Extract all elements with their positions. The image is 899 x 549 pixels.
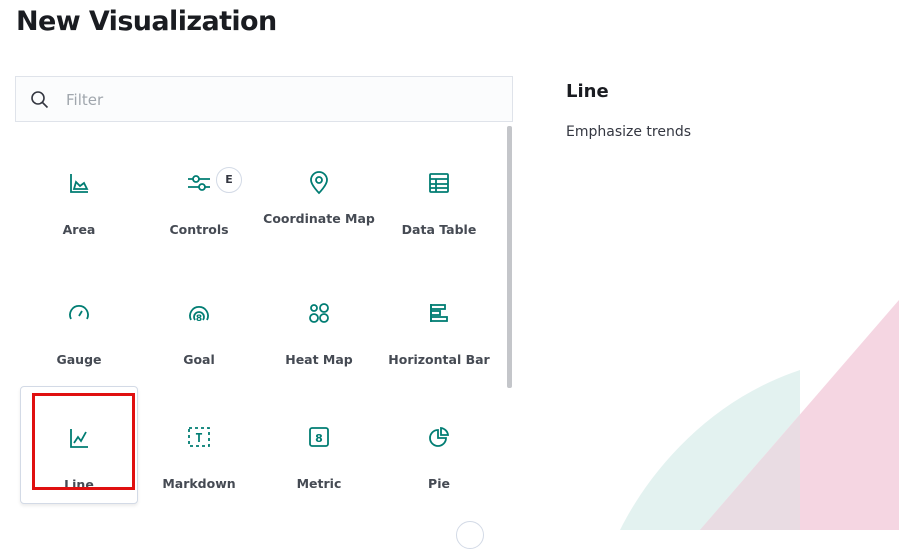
type-card-controls[interactable]: Controls — [140, 132, 258, 250]
type-card-label: Horizontal Bar — [388, 352, 490, 367]
goal-icon: 8 — [140, 300, 258, 326]
type-card-label: Pie — [428, 476, 450, 491]
type-card-metric[interactable]: 8 Metric — [260, 386, 378, 504]
svg-text:8: 8 — [315, 432, 323, 445]
type-card-data-table[interactable]: Data Table — [380, 132, 498, 250]
map-pin-icon — [260, 170, 378, 196]
pie-chart-icon — [380, 424, 498, 450]
detail-title: Line — [566, 81, 609, 102]
type-card-label: Metric — [296, 476, 342, 491]
search-icon — [31, 91, 49, 109]
decorative-background — [620, 300, 899, 530]
detail-description: Emphasize trends — [566, 124, 692, 140]
type-card-goal[interactable]: 8 Goal — [140, 262, 258, 380]
type-card-label: Gauge — [56, 352, 102, 367]
type-card-label: Goal — [183, 352, 215, 367]
data-table-icon — [380, 170, 498, 196]
type-card-label: Area — [62, 222, 96, 237]
gauge-icon — [20, 300, 138, 326]
type-card-heat-map[interactable]: Heat Map — [260, 262, 378, 380]
type-card-area[interactable]: Area — [20, 132, 138, 250]
type-card-label: Markdown — [162, 476, 236, 491]
metric-icon: 8 — [260, 424, 378, 450]
type-card-label: Controls — [169, 222, 229, 237]
svg-text:T: T — [195, 431, 202, 445]
type-card-gauge[interactable]: Gauge — [20, 262, 138, 380]
area-chart-icon — [20, 170, 138, 196]
type-card-label: Coordinate Map — [263, 211, 375, 226]
markdown-icon: T — [140, 424, 258, 450]
horizontal-bar-icon — [380, 300, 498, 326]
type-card-label: Heat Map — [285, 352, 353, 367]
type-card-horizontal-bar[interactable]: Horizontal Bar — [380, 262, 498, 380]
svg-text:8: 8 — [196, 314, 202, 324]
type-card-coordinate-map[interactable]: Coordinate Map — [260, 132, 378, 250]
type-card-pie[interactable]: Pie — [380, 386, 498, 504]
partial-badge — [456, 521, 484, 549]
filter-search-box[interactable] — [15, 76, 513, 122]
page-title: New Visualization — [16, 6, 277, 37]
type-card-label: Data Table — [401, 222, 477, 237]
experimental-badge: E — [216, 167, 242, 193]
filter-input[interactable] — [64, 87, 488, 113]
type-list-scrollbar[interactable] — [507, 126, 512, 388]
type-card-markdown[interactable]: T Markdown — [140, 386, 258, 504]
selection-highlight — [32, 393, 135, 490]
heat-map-icon — [260, 300, 378, 326]
